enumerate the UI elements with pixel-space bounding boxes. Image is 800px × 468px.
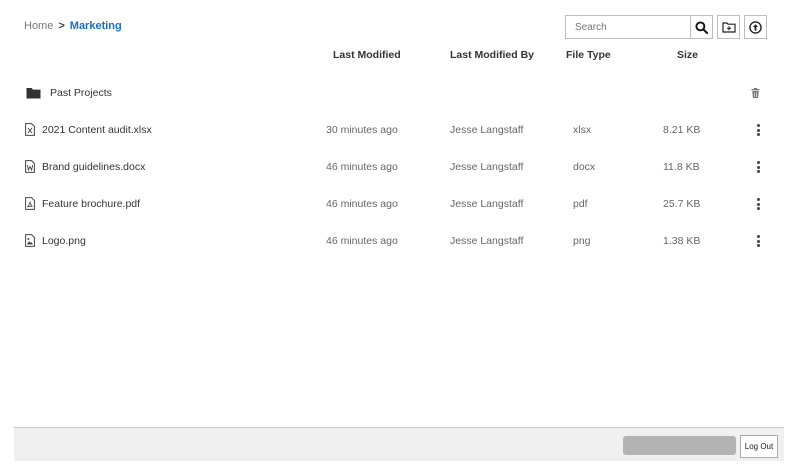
file-modified: 46 minutes ago bbox=[326, 198, 398, 210]
file-type: png bbox=[573, 235, 591, 247]
file-type: xlsx bbox=[573, 124, 592, 136]
file-modified-by: Jesse Langstaff bbox=[450, 235, 524, 247]
word-file-icon bbox=[25, 160, 35, 173]
file-name[interactable]: Brand guidelines.docx bbox=[42, 161, 145, 173]
spreadsheet-file-icon bbox=[25, 123, 35, 136]
more-options-button[interactable] bbox=[752, 197, 764, 211]
column-header-last-modified-by[interactable]: Last Modified By bbox=[450, 49, 534, 61]
folder-icon bbox=[26, 88, 41, 99]
upload-circle-icon bbox=[749, 20, 762, 34]
upload-button[interactable] bbox=[744, 15, 767, 39]
column-header-last-modified[interactable]: Last Modified bbox=[333, 49, 401, 61]
more-options-button[interactable] bbox=[752, 123, 764, 137]
file-type: docx bbox=[573, 161, 596, 173]
pdf-file-icon bbox=[25, 197, 35, 210]
breadcrumb-separator: > bbox=[58, 20, 65, 32]
column-header-size[interactable]: Size bbox=[677, 49, 698, 61]
file-modified-by: Jesse Langstaff bbox=[450, 124, 524, 136]
search-input[interactable] bbox=[566, 16, 690, 38]
magnifier-icon bbox=[695, 20, 708, 34]
file-row[interactable]: Brand guidelines.docx 46 minutes ago Jes… bbox=[0, 158, 800, 178]
folder-row[interactable]: Past Projects bbox=[0, 84, 800, 104]
file-modified-by: Jesse Langstaff bbox=[450, 161, 524, 173]
image-file-icon bbox=[25, 234, 35, 247]
file-name[interactable]: 2021 Content audit.xlsx bbox=[42, 124, 152, 136]
folder-name: Past Projects bbox=[50, 87, 112, 99]
new-folder-button[interactable] bbox=[717, 15, 740, 39]
file-modified: 30 minutes ago bbox=[326, 124, 398, 136]
file-modified: 46 minutes ago bbox=[326, 235, 398, 247]
folder-plus-icon bbox=[721, 22, 736, 33]
file-size: 8.21 KB bbox=[663, 124, 701, 136]
search-box bbox=[565, 15, 713, 39]
more-options-button[interactable] bbox=[752, 234, 764, 248]
file-modified-by: Jesse Langstaff bbox=[450, 198, 524, 210]
trash-icon[interactable] bbox=[751, 88, 760, 98]
status-bar bbox=[623, 436, 736, 455]
file-name[interactable]: Feature brochure.pdf bbox=[42, 198, 140, 210]
file-row[interactable]: Feature brochure.pdf 46 minutes ago Jess… bbox=[0, 195, 800, 215]
column-headers: Last Modified Last Modified By File Type… bbox=[0, 49, 800, 63]
breadcrumb-current: Marketing bbox=[69, 20, 122, 32]
breadcrumb-home-link[interactable]: Home bbox=[24, 20, 53, 32]
file-size: 1.38 KB bbox=[663, 235, 701, 247]
footer-bar: Log Out bbox=[14, 427, 784, 461]
breadcrumb: Home > Marketing bbox=[24, 20, 122, 32]
column-header-file-type[interactable]: File Type bbox=[566, 49, 611, 61]
file-type: pdf bbox=[573, 198, 588, 210]
file-row[interactable]: 2021 Content audit.xlsx 30 minutes ago J… bbox=[0, 121, 800, 141]
file-row[interactable]: Logo.png 46 minutes ago Jesse Langstaff … bbox=[0, 232, 800, 252]
file-modified: 46 minutes ago bbox=[326, 161, 398, 173]
more-options-button[interactable] bbox=[752, 160, 764, 174]
logout-button[interactable]: Log Out bbox=[740, 435, 778, 458]
file-size: 11.8 KB bbox=[663, 161, 700, 173]
file-size: 25.7 KB bbox=[663, 198, 701, 210]
file-name[interactable]: Logo.png bbox=[42, 235, 86, 247]
search-button[interactable] bbox=[690, 16, 712, 38]
